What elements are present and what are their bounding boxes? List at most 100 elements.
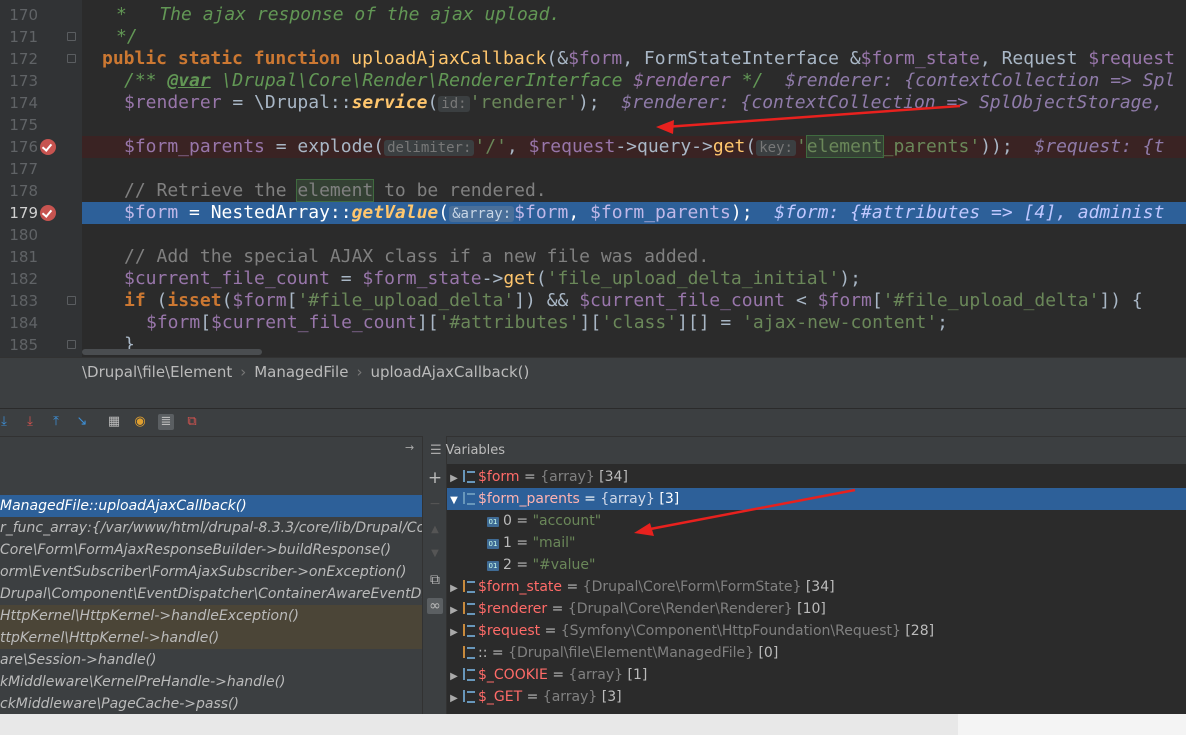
array-icon: [463, 470, 475, 483]
string-literal: 'ajax-new-content': [742, 312, 938, 333]
variable-row[interactable]: ▶ $form = {array} [34]: [447, 466, 1186, 488]
fold-marker-icon[interactable]: [67, 340, 76, 349]
glasses-icon[interactable]: ∞: [427, 598, 443, 614]
frame-item[interactable]: r_func_array:{/var/www/html/drupal-8.3.3…: [0, 517, 422, 539]
array-icon: [463, 690, 475, 703]
code-text: ;: [937, 312, 949, 333]
expand-arrow-icon[interactable]: ▶: [447, 468, 461, 490]
array-element-row[interactable]: 01 1 = "mail": [447, 532, 1186, 554]
frame-item[interactable]: HttpKernel\HttpKernel->handleException(): [0, 605, 422, 627]
expand-arrow-icon[interactable]: ▶: [447, 578, 461, 600]
equals-sign: =: [547, 601, 568, 617]
run-to-cursor-icon[interactable]: ↘: [74, 414, 90, 430]
add-watch-icon[interactable]: +: [427, 470, 443, 487]
line-number: 175: [9, 116, 38, 134]
variable: $renderer: [124, 92, 222, 113]
code-line-184[interactable]: $form[$current_file_count]['#attributes'…: [82, 312, 1186, 334]
frame-item[interactable]: orm\EventSubscriber\FormAjaxSubscriber->…: [0, 561, 422, 583]
variable-count: [28]: [900, 623, 935, 639]
code-line-173[interactable]: /** @var \Drupal\Core\Render\RendererInt…: [82, 70, 1186, 92]
fold-marker-icon[interactable]: [67, 32, 76, 41]
code-line-170[interactable]: * The ajax response of the ajax upload.: [82, 4, 1186, 26]
frame-item[interactable]: are\Session->handle(): [0, 649, 422, 671]
evaluate-expression-icon[interactable]: ▦: [106, 414, 122, 430]
doc-comment: */: [116, 26, 138, 47]
variable-row[interactable]: :: = {Drupal\file\Element\ManagedFile} […: [447, 642, 1186, 664]
variable-row[interactable]: ▶ $form_state = {Drupal\Core\Form\FormSta…: [447, 576, 1186, 598]
variable-row[interactable]: ▶ $_COOKIE = {array} [1]: [447, 664, 1186, 686]
code-text: ,: [568, 202, 591, 223]
expand-arrow-icon[interactable]: ▶: [447, 666, 461, 688]
line-number: 183: [9, 292, 38, 310]
remove-watch-icon[interactable]: −: [427, 496, 443, 512]
variable: $form_parents: [590, 202, 731, 223]
comment: // Add the special AJAX class if a new f…: [124, 246, 710, 267]
watch-icon[interactable]: ◉: [132, 414, 148, 430]
doc-comment: * The ajax response of the ajax upload.: [116, 4, 561, 25]
string-literal: '#attributes': [438, 312, 580, 333]
force-step-into-icon[interactable]: ⤓: [22, 414, 38, 430]
variable-row[interactable]: ▶ $request = {Symfony\Component\HttpFound…: [447, 620, 1186, 642]
code-text: ][: [416, 312, 439, 333]
code-line-172[interactable]: public static function uploadAjaxCallbac…: [82, 48, 1186, 70]
comment: to be rendered.: [373, 180, 547, 201]
fold-marker-icon[interactable]: [67, 54, 76, 63]
code-line-178[interactable]: // Retrieve the element to be rendered.: [82, 179, 1186, 202]
element-key: 1: [503, 535, 512, 551]
code-line-182[interactable]: $current_file_count = $form_state->get('…: [82, 268, 1186, 290]
variable-row[interactable]: ▶ $_GET = {array} [3]: [447, 686, 1186, 708]
expand-arrow-icon[interactable]: ▶: [447, 622, 461, 644]
variable: $form: [124, 202, 179, 223]
breadcrumb-item[interactable]: \Drupal\file\Element: [82, 363, 232, 381]
frame-item[interactable]: ckMiddleware\PageCache->pass(): [0, 693, 422, 714]
code-line-183[interactable]: if (isset($form['#file_upload_delta']) &…: [82, 290, 1186, 312]
doc-tag: @var: [167, 70, 211, 91]
breakpoint-icon[interactable]: [40, 139, 56, 155]
fold-marker-icon[interactable]: [67, 296, 76, 305]
breakpoint-icon[interactable]: [40, 205, 56, 221]
code-line-181[interactable]: // Add the special AJAX class if a new f…: [82, 246, 1186, 268]
variable-row-selected[interactable]: ▼ $form_parents = {array} [3]: [447, 488, 1186, 510]
expand-arrow-icon[interactable]: ▶: [447, 600, 461, 622]
code-line-179-current[interactable]: $form = NestedArray::getValue(&array: $fo…: [82, 202, 1186, 224]
background-strip: [0, 714, 958, 735]
breadcrumb-item[interactable]: uploadAjaxCallback(): [370, 363, 529, 381]
move-down-icon[interactable]: ▼: [427, 546, 443, 562]
variables-title: Variables: [445, 443, 506, 458]
variable-row[interactable]: ▶ $renderer = {Drupal\Core\Render\Rendere…: [447, 598, 1186, 620]
horizontal-scrollbar[interactable]: [82, 349, 262, 355]
line-number: 180: [9, 226, 38, 244]
copy-icon[interactable]: ⧉: [427, 572, 443, 588]
frame-item[interactable]: Drupal\Component\EventDispatcher\Contain…: [0, 583, 422, 605]
frames-list[interactable]: ManagedFile::uploadAjaxCallback() r_func…: [0, 464, 422, 714]
frame-item[interactable]: Core\Form\FormAjaxResponseBuilder->build…: [0, 539, 422, 561]
collapse-arrow-icon[interactable]: ▼: [447, 490, 461, 512]
code-line-171[interactable]: */: [82, 26, 1186, 48]
step-out-icon[interactable]: ⤒: [48, 414, 64, 430]
search-highlight: element: [805, 135, 884, 158]
breadcrumb-item[interactable]: ManagedFile: [254, 363, 348, 381]
method-name: getValue: [351, 202, 439, 223]
equals-sign: =: [540, 623, 561, 639]
code-line-174[interactable]: $renderer = \Drupal::service(id:'rendere…: [82, 92, 1186, 114]
equals-sign: =: [562, 579, 583, 595]
variable-name: $_GET: [478, 689, 523, 705]
editor-gutter[interactable]: 170 171 172 173 174 175 176 177 178 179 …: [0, 0, 82, 357]
settings-icon[interactable]: ⧉: [184, 414, 200, 430]
code-editor[interactable]: 170 171 172 173 174 175 176 177 178 179 …: [0, 0, 1186, 357]
array-element-row[interactable]: 01 2 = "#value": [447, 554, 1186, 576]
variables-tree[interactable]: ▶ $form = {array} [34] ▼ $form_parents = {…: [447, 464, 1186, 714]
frame-item[interactable]: ManagedFile::uploadAjaxCallback(): [0, 495, 422, 517]
code-line-176[interactable]: $form_parents = explode(delimiter: '/', $…: [82, 135, 1186, 158]
keyword: public: [102, 48, 168, 69]
array-element-row[interactable]: 01 0 = "account": [447, 510, 1186, 532]
pin-icon[interactable]: →: [405, 441, 414, 454]
step-into-icon[interactable]: ⤓: [0, 414, 12, 430]
frame-item[interactable]: ttpKernel\HttpKernel->handle(): [0, 627, 422, 649]
variables-toggle-icon[interactable]: ≣: [158, 414, 174, 430]
line-number: 185: [9, 336, 38, 354]
move-up-icon[interactable]: ▲: [427, 522, 443, 538]
frame-item[interactable]: kMiddleware\KernelPreHandle->handle(): [0, 671, 422, 693]
expand-arrow-icon[interactable]: ▶: [447, 688, 461, 710]
variable: $current_file_count: [579, 290, 786, 311]
